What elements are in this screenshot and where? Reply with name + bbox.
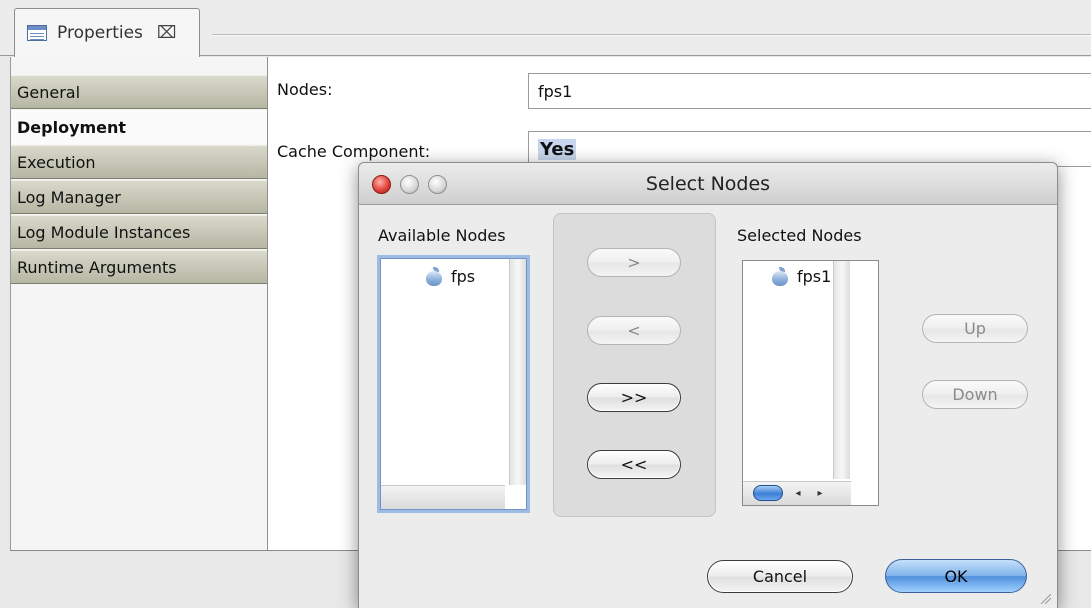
dialog-title: Select Nodes [645,173,771,195]
sidebar-item-general[interactable]: General [11,75,267,109]
list-item-label: fps1 [797,267,832,286]
list-item-label: fps [451,267,476,286]
resize-grip-icon[interactable] [1039,592,1051,604]
properties-icon [27,25,47,41]
horizontal-scrollbar[interactable] [381,485,505,509]
select-nodes-dialog: Select Nodes Available Nodes fps > < >> … [358,162,1058,608]
available-nodes-list[interactable]: fps [380,258,527,510]
horizontal-scrollbar[interactable]: ◂ ▸ [743,481,851,505]
move-up-button[interactable]: Up [922,314,1028,343]
list-item[interactable]: fps1 [771,267,831,286]
vertical-scrollbar[interactable] [509,259,526,485]
add-node-button[interactable]: > [587,248,681,277]
apple-icon [425,267,443,286]
properties-sidebar: General Deployment Execution Log Manager… [11,57,268,550]
cancel-button[interactable]: Cancel [707,560,853,593]
sidebar-item-log-module-instances[interactable]: Log Module Instances [11,215,267,249]
remove-node-button[interactable]: < [587,316,681,345]
sidebar-item-label: Runtime Arguments [17,257,177,277]
sidebar-item-label: Deployment [17,117,127,137]
list-item[interactable]: fps [425,267,475,286]
sidebar-item-deployment[interactable]: Deployment [11,110,267,144]
vertical-scrollbar[interactable] [833,261,850,479]
sidebar-item-label: Execution [17,152,96,172]
cache-component-label: Cache Component: [277,142,431,161]
ok-button[interactable]: OK [885,559,1027,593]
sidebar-item-execution[interactable]: Execution [11,145,267,179]
close-tab-icon[interactable]: ⌧ [157,23,177,43]
apple-icon [771,267,789,286]
sidebar-item-log-manager[interactable]: Log Manager [11,180,267,214]
sidebar-item-label: General [17,82,81,102]
sidebar-item-label: Log Manager [17,187,121,207]
tab-separator [212,34,1091,36]
nodes-field[interactable]: fps1 [528,73,1091,109]
move-down-button[interactable]: Down [922,380,1028,409]
sidebar-item-runtime-arguments[interactable]: Runtime Arguments [11,250,267,284]
selected-nodes-label: Selected Nodes [737,226,862,245]
available-nodes-label: Available Nodes [378,226,506,245]
sidebar-item-label: Log Module Instances [17,222,191,242]
scroll-right-icon[interactable]: ▸ [813,485,827,501]
selected-nodes-list[interactable]: fps1 ◂ ▸ [742,260,879,506]
dialog-titlebar[interactable]: Select Nodes [359,163,1057,205]
cache-component-value: Yes [538,138,577,160]
nodes-label: Nodes: [277,80,333,99]
nodes-field-value: fps1 [538,81,573,101]
add-all-nodes-button[interactable]: >> [587,383,681,412]
transfer-buttons-panel: > < >> << [553,213,716,517]
properties-tab[interactable]: Properties ⌧ [14,8,200,57]
properties-tab-label: Properties [57,23,143,43]
view-tab-bar: Properties ⌧ [0,0,1091,57]
scroll-left-icon[interactable]: ◂ [791,485,805,501]
remove-all-nodes-button[interactable]: << [587,450,681,479]
scroll-thumb[interactable] [753,485,783,501]
